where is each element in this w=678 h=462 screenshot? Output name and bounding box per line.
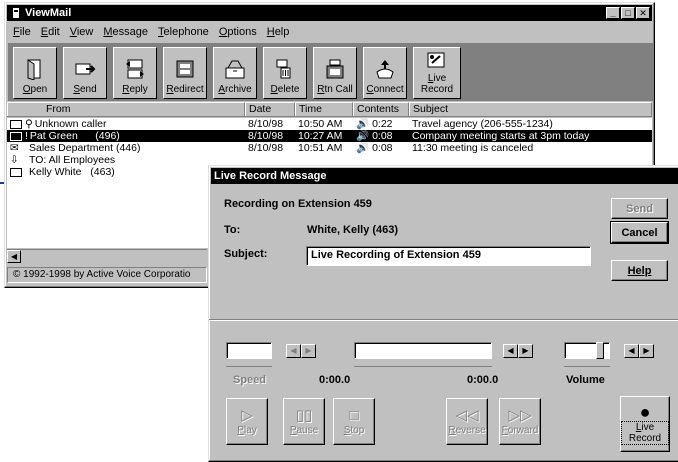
envelope-icon — [10, 167, 22, 177]
maximize-button[interactable]: □ — [621, 7, 635, 19]
speaker-icon: 🔊 — [356, 142, 370, 154]
delete-icon — [276, 59, 291, 79]
reverse-icon: ◁◁ — [455, 407, 479, 424]
redirect-icon — [176, 60, 194, 78]
cancel-button[interactable]: Cancel — [610, 221, 669, 244]
open-icon — [27, 59, 41, 80]
send-button[interactable]: Send — [611, 198, 668, 219]
dialog-title: Live Record Message — [214, 170, 327, 182]
play-icon: ▷ — [241, 407, 253, 424]
reply-icon — [126, 59, 144, 79]
message-length: 0:00.0 — [467, 374, 499, 386]
volume-slider[interactable] — [564, 342, 610, 359]
recording-extension-label: Recording on Extension 459 — [224, 198, 372, 210]
column-contents[interactable]: Contents — [353, 102, 409, 116]
outgoing-icon: ⇩ — [10, 154, 19, 166]
volume-up-icon[interactable]: ▶ — [639, 344, 654, 358]
stop-icon: □ — [349, 407, 359, 424]
position-time: 0:00.0 — [319, 374, 351, 386]
horizontal-scrollbar[interactable]: ◀ — [7, 249, 207, 263]
volume-down-icon[interactable]: ◀ — [624, 344, 639, 358]
volume-thumb[interactable] — [596, 342, 604, 359]
dialog-titlebar[interactable]: Live Record Message — [211, 168, 678, 184]
delete-button[interactable]: Delete — [263, 47, 307, 99]
minimize-button[interactable]: _ — [606, 7, 620, 19]
speed-down-icon[interactable]: ◀ — [286, 344, 301, 358]
menu-help[interactable]: Help — [262, 26, 295, 38]
connect-icon — [376, 60, 394, 79]
speed-label: Speed — [233, 374, 267, 386]
open-button[interactable]: Open — [13, 47, 57, 99]
return-call-button[interactable]: Rtn Call — [313, 47, 357, 99]
open-envelope-icon: ✉ — [10, 142, 19, 154]
live-record-button[interactable]: ● Live Record — [620, 396, 670, 452]
play-button[interactable]: ▷ Play — [226, 398, 268, 445]
viewmail-app-icon — [10, 7, 22, 19]
menu-options[interactable]: Options — [214, 26, 262, 38]
help-button[interactable]: Help — [611, 260, 668, 281]
connect-button[interactable]: Connect — [363, 47, 407, 99]
speaker-icon: 🔊 — [356, 130, 370, 142]
position-spinner[interactable]: ◀ ▶ — [503, 344, 533, 358]
column-date[interactable]: Date — [245, 102, 295, 116]
column-from[interactable]: From — [7, 102, 245, 116]
scroll-left-button[interactable]: ◀ — [7, 250, 21, 263]
live-record-icon — [427, 52, 445, 68]
to-value: White, Kelly (463) — [307, 224, 399, 236]
pause-icon: ▯▯ — [295, 407, 313, 424]
menubar: File Edit View Message Telephone Options… — [8, 23, 294, 40]
speaker-icon: 🔊 — [356, 118, 370, 130]
to-label: To: — [224, 224, 241, 236]
message-row[interactable]: ✉ Sales Department (446) 8/10/98 10:51 AM… — [7, 142, 652, 154]
column-time[interactable]: Time — [295, 102, 353, 116]
status-bar: © 1992-1998 by Active Voice Corporatio — [7, 267, 207, 283]
position-back-icon[interactable]: ◀ — [503, 344, 518, 358]
column-subject[interactable]: Subject — [409, 102, 652, 116]
volume-label: Volume — [566, 374, 605, 386]
reverse-button[interactable]: ◁◁ Reverse — [446, 398, 488, 445]
speed-display — [226, 342, 272, 359]
menu-edit[interactable]: Edit — [36, 26, 65, 38]
subject-label: Subject: — [224, 248, 268, 260]
position-forward-icon[interactable]: ▶ — [518, 344, 533, 358]
position-slider[interactable] — [354, 342, 492, 359]
forward-button[interactable]: ▷▷ Forward — [499, 398, 541, 445]
message-row[interactable]: ⚲ Unknown caller 8/10/98 10:50 AM 🔊 0:22 T… — [7, 118, 652, 130]
send-icon — [75, 63, 96, 75]
urgent-icon: ! — [25, 130, 28, 142]
envelope-icon — [10, 119, 22, 129]
message-list-header: From Date Time Contents Subject — [7, 102, 652, 117]
main-titlebar[interactable]: ViewMail _ □ ✕ — [7, 5, 652, 21]
toolbar: Open Send Reply Redirect Archive Delete … — [8, 43, 654, 101]
archive-button[interactable]: Archive — [213, 47, 257, 99]
live-record-toolbar-button[interactable]: Live Record — [413, 47, 461, 99]
menu-message[interactable]: Message — [98, 26, 153, 38]
reply-button[interactable]: Reply — [113, 47, 157, 99]
subject-field[interactable]: Live Recording of Extension 459 — [306, 246, 591, 266]
main-title: ViewMail — [25, 7, 72, 19]
send-button[interactable]: Send — [63, 47, 107, 99]
pause-button[interactable]: ▯▯ Pause — [283, 398, 325, 445]
divider — [209, 319, 678, 321]
message-row[interactable]: ! Pat Green (496) 8/10/98 10:27 AM 🔊 0:08 … — [7, 130, 652, 142]
record-icon: ● — [639, 402, 651, 422]
menu-telephone[interactable]: Telephone — [153, 26, 214, 38]
position-ticks — [354, 361, 492, 367]
speed-spinner[interactable]: ◀ ▶ — [286, 344, 316, 358]
menu-view[interactable]: View — [65, 26, 99, 38]
stop-button[interactable]: □ Stop — [333, 398, 375, 445]
volume-ticks — [564, 361, 610, 367]
speed-up-icon[interactable]: ▶ — [301, 344, 316, 358]
close-button[interactable]: ✕ — [636, 7, 650, 19]
speed-ticks — [226, 361, 272, 367]
volume-spinner[interactable]: ◀ ▶ — [624, 344, 654, 358]
menu-file[interactable]: File — [8, 26, 36, 38]
return-call-icon — [326, 59, 344, 79]
envelope-icon — [10, 131, 22, 141]
archive-icon — [225, 60, 245, 79]
forward-icon: ▷▷ — [508, 407, 532, 424]
redirect-button[interactable]: Redirect — [163, 47, 207, 99]
phone-key-icon: ⚲ — [25, 118, 33, 130]
live-record-dialog: Live Record Message Recording on Extensi… — [208, 165, 678, 462]
